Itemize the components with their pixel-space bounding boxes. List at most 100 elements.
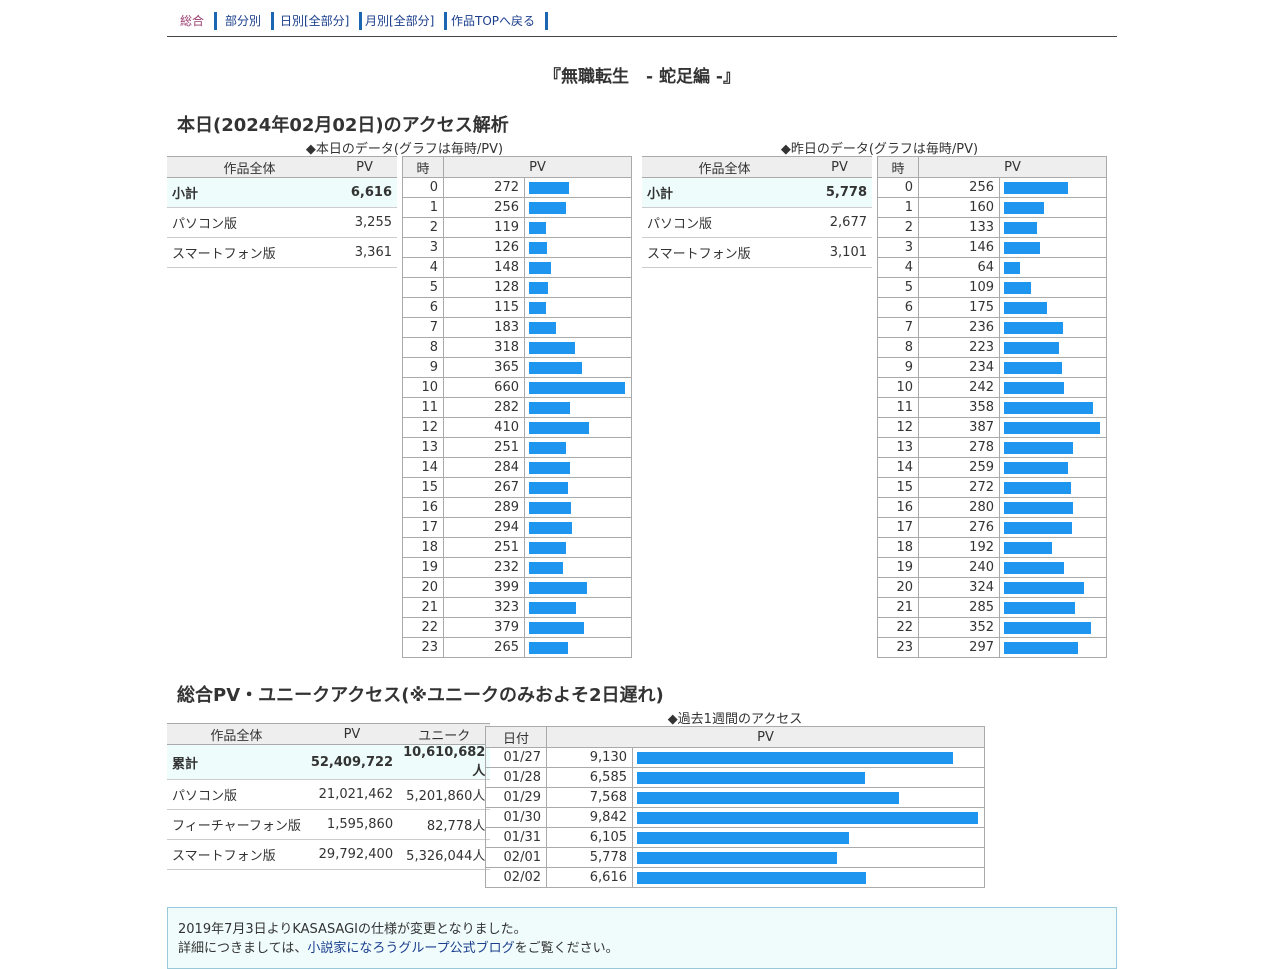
table-row: 20 324 bbox=[877, 577, 1107, 598]
pv-bar bbox=[529, 601, 576, 614]
pv-bar bbox=[1004, 581, 1084, 594]
yesterday-summary-table: 作品全体 PV 小計 5,778 パソコン版 2,677 スマートフォン版 3,… bbox=[642, 156, 872, 268]
table-row: 2 119 bbox=[402, 217, 632, 238]
nav-daily-all[interactable]: 日別[全部分] bbox=[280, 12, 363, 30]
nav-by-part[interactable]: 部分別 bbox=[225, 12, 275, 30]
hour-cell: 10 bbox=[877, 377, 919, 398]
table-row: 11 358 bbox=[877, 397, 1107, 418]
date-cell: 02/01 bbox=[485, 847, 547, 868]
hour-cell: 4 bbox=[402, 257, 444, 278]
hour-cell: 10 bbox=[402, 377, 444, 398]
hour-cell: 5 bbox=[402, 277, 444, 298]
table-row: 19 240 bbox=[877, 557, 1107, 578]
pv-bar bbox=[637, 851, 837, 864]
pv-bar bbox=[1004, 321, 1063, 334]
pv-bar bbox=[529, 281, 548, 294]
pv-cell: 410 bbox=[443, 417, 525, 438]
table-row: 累計 52,409,722 10,610,682人 bbox=[167, 744, 491, 780]
bar-cell bbox=[999, 437, 1107, 458]
pv-cell: 148 bbox=[443, 257, 525, 278]
bar-cell bbox=[524, 557, 632, 578]
table-row: 11 282 bbox=[402, 397, 632, 418]
hour-cell: 15 bbox=[877, 477, 919, 498]
pv-bar bbox=[637, 831, 849, 844]
spec-change-notice: 2019年7月3日よりKASASAGIの仕様が変更となりました。 詳細につきまし… bbox=[167, 907, 1117, 969]
table-row: 19 232 bbox=[402, 557, 632, 578]
pv-cell: 146 bbox=[918, 237, 1000, 258]
hour-cell: 6 bbox=[877, 297, 919, 318]
bar-cell bbox=[524, 277, 632, 298]
pv-cell: 276 bbox=[918, 517, 1000, 538]
today-hourly-table: 時 PV 0 272 1 256 2 119 3 126 4 148 5 128 6 115 7 183 8 31… bbox=[402, 156, 632, 658]
hour-cell: 16 bbox=[402, 497, 444, 518]
table-row: 1 160 bbox=[877, 197, 1107, 218]
pv-bar bbox=[1004, 401, 1093, 414]
hour-cell: 22 bbox=[877, 617, 919, 638]
pv-cell: 399 bbox=[443, 577, 525, 598]
pv-bar bbox=[1004, 641, 1078, 654]
bar-cell bbox=[524, 317, 632, 338]
row-pv: 52,409,722 bbox=[305, 744, 399, 780]
hour-cell: 2 bbox=[877, 217, 919, 238]
table-row: 15 267 bbox=[402, 477, 632, 498]
row-label: 小計 bbox=[167, 177, 332, 208]
bar-cell bbox=[999, 557, 1107, 578]
pv-bar bbox=[529, 421, 589, 434]
summary-col-pv: PV bbox=[305, 723, 399, 745]
nav-work-top[interactable]: 作品TOPへ戻る bbox=[451, 12, 549, 30]
pv-cell: 223 bbox=[918, 337, 1000, 358]
pv-bar bbox=[529, 361, 582, 374]
table-row: 小計 5,778 bbox=[642, 177, 872, 208]
pv-bar bbox=[529, 301, 546, 314]
pv-bar bbox=[1004, 481, 1071, 494]
bar-cell bbox=[524, 577, 632, 598]
hour-cell: 14 bbox=[877, 457, 919, 478]
hour-cell: 3 bbox=[877, 237, 919, 258]
table-row: 12 387 bbox=[877, 417, 1107, 438]
pv-bar bbox=[1004, 621, 1091, 634]
pv-bar bbox=[529, 641, 568, 654]
pv-cell: 294 bbox=[443, 517, 525, 538]
bar-cell bbox=[999, 217, 1107, 238]
row-unique: 5,201,860人 bbox=[398, 779, 491, 810]
table-row: 3 146 bbox=[877, 237, 1107, 258]
pv-cell: 9,842 bbox=[546, 807, 633, 828]
row-label: パソコン版 bbox=[167, 207, 332, 238]
table-row: 7 236 bbox=[877, 317, 1107, 338]
pv-cell: 251 bbox=[443, 437, 525, 458]
pv-bar bbox=[529, 501, 571, 514]
pv-cell: 289 bbox=[443, 497, 525, 518]
hour-cell: 17 bbox=[402, 517, 444, 538]
table-row: 0 272 bbox=[402, 177, 632, 198]
row-pv: 3,101 bbox=[807, 237, 872, 268]
nav-monthly-all[interactable]: 月別[全部分] bbox=[365, 12, 448, 30]
hour-cell: 21 bbox=[402, 597, 444, 618]
row-label: 小計 bbox=[642, 177, 807, 208]
pv-bar bbox=[1004, 181, 1068, 194]
hour-cell: 9 bbox=[402, 357, 444, 378]
pv-cell: 6,585 bbox=[546, 767, 633, 788]
hour-cell: 12 bbox=[402, 417, 444, 438]
week-table: 日付 PV 01/27 9,130 01/28 6,585 01/29 7,568 01/3… bbox=[485, 726, 985, 888]
pv-bar bbox=[1004, 501, 1073, 514]
nav-overall[interactable]: 総合 bbox=[180, 12, 218, 30]
table-row: パソコン版 3,255 bbox=[167, 207, 397, 238]
bar-cell bbox=[999, 297, 1107, 318]
pv-bar bbox=[1004, 381, 1064, 394]
bar-cell bbox=[999, 617, 1107, 638]
pv-col: PV bbox=[443, 156, 632, 178]
pv-cell: 272 bbox=[443, 177, 525, 198]
bar-cell bbox=[524, 217, 632, 238]
table-row: 17 276 bbox=[877, 517, 1107, 538]
official-blog-link[interactable]: 小説家になろうグループ公式ブログ bbox=[307, 941, 514, 956]
bar-cell bbox=[999, 637, 1107, 658]
summary-col-work: 作品全体 bbox=[167, 156, 332, 178]
work-title: 『無職転生 - 蛇足編 -』 bbox=[544, 67, 740, 87]
hour-cell: 13 bbox=[877, 437, 919, 458]
yesterday-caption: ◆昨日のデータ(グラフは毎時/PV) bbox=[780, 142, 979, 157]
pv-bar bbox=[1004, 541, 1052, 554]
table-row: 9 234 bbox=[877, 357, 1107, 378]
pv-bar bbox=[1004, 361, 1062, 374]
table-row: 21 323 bbox=[402, 597, 632, 618]
notice-prefix: 詳細につきましては、 bbox=[178, 941, 308, 956]
